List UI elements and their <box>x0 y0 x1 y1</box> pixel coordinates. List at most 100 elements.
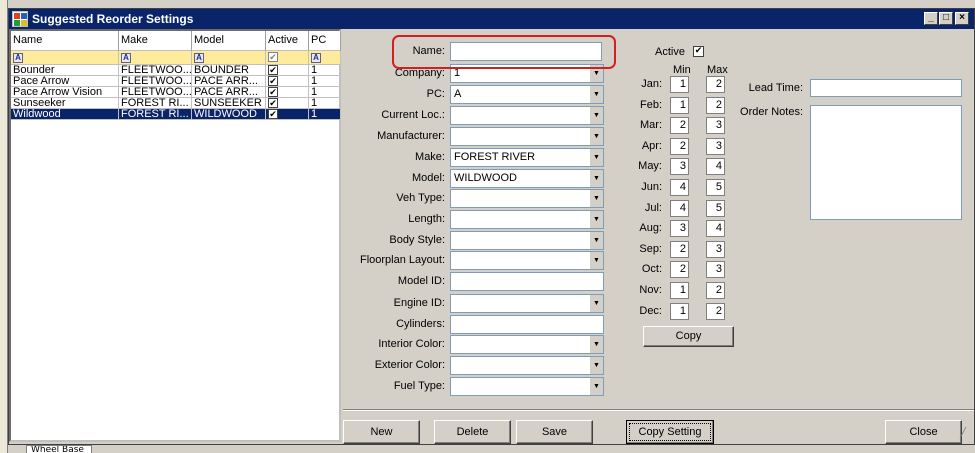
length-dropdown[interactable]: ▼ <box>450 210 604 229</box>
month-max-input[interactable]: 5 <box>706 179 725 196</box>
maximize-button[interactable]: □ <box>939 12 953 25</box>
chevron-down-icon[interactable]: ▼ <box>589 128 603 145</box>
cell-make[interactable]: FOREST RI... <box>119 98 192 109</box>
month-min-input[interactable]: 4 <box>670 199 689 217</box>
cell-pc[interactable]: 1 <box>309 76 341 87</box>
month-max-input[interactable]: 2 <box>706 282 725 299</box>
veh-type-dropdown[interactable]: ▼ <box>450 189 604 208</box>
chevron-down-icon[interactable]: ▼ <box>589 149 603 166</box>
cell-name[interactable]: Sunseeker <box>11 98 119 109</box>
save-button[interactable]: Save <box>516 420 593 444</box>
cell-name[interactable]: Pace Arrow <box>11 76 119 87</box>
manufacturer-dropdown[interactable]: ▼ <box>450 127 604 146</box>
table-row[interactable]: Pace Arrow VisionFLEETWOO...PACE ARR... 1 <box>11 87 341 98</box>
filter-cell-active[interactable] <box>266 51 309 65</box>
month-max-input[interactable]: 4 <box>706 220 725 238</box>
cell-active[interactable] <box>266 98 309 109</box>
filter-cell-model[interactable]: A <box>192 51 266 65</box>
floorplan-layout-dropdown[interactable]: ▼ <box>450 251 604 270</box>
month-max-input[interactable]: 3 <box>706 117 725 135</box>
copy-setting-button[interactable]: Copy Setting <box>626 420 714 444</box>
make-dropdown[interactable]: FOREST RIVER ▼ <box>450 148 604 167</box>
column-header-name[interactable]: Name <box>11 31 119 51</box>
cell-pc[interactable]: 1 <box>309 65 341 76</box>
cylinders-input[interactable] <box>450 315 604 334</box>
cell-name[interactable]: Pace Arrow Vision <box>11 87 119 98</box>
column-header-make[interactable]: Make <box>119 31 192 51</box>
filter-cell-name[interactable]: A <box>11 51 119 65</box>
month-max-input[interactable]: 2 <box>706 96 725 114</box>
month-min-input[interactable]: 2 <box>670 117 689 135</box>
cell-name[interactable]: Bounder <box>11 65 119 76</box>
interior-color-dropdown[interactable]: ▼ <box>450 335 604 354</box>
cell-active[interactable] <box>266 87 309 98</box>
table-row[interactable]: Pace ArrowFLEETWOO...PACE ARR... 1 <box>11 76 341 87</box>
parent-tab-wheel-base[interactable]: Wheel Base <box>26 445 92 453</box>
month-min-input[interactable]: 1 <box>670 302 689 320</box>
new-button[interactable]: New <box>343 420 420 444</box>
cell-model[interactable]: SUNSEEKER <box>192 98 266 109</box>
active-checkbox-cell[interactable] <box>268 65 278 75</box>
engine-id-dropdown[interactable]: ▼ <box>450 294 604 313</box>
month-max-input[interactable]: 5 <box>706 199 725 217</box>
order-notes-textarea[interactable] <box>810 105 962 220</box>
cell-model[interactable]: BOUNDER <box>192 65 266 76</box>
cell-pc[interactable]: 1 <box>309 98 341 109</box>
model-dropdown[interactable]: WILDWOOD ▼ <box>450 169 604 188</box>
chevron-down-icon[interactable]: ▼ <box>589 295 603 312</box>
cell-model[interactable]: WILDWOOD <box>192 109 266 120</box>
month-max-input[interactable]: 2 <box>706 302 725 320</box>
lead-time-input[interactable] <box>810 79 962 97</box>
active-checkbox-cell[interactable] <box>268 98 278 108</box>
column-header-model[interactable]: Model <box>192 31 266 51</box>
month-min-input[interactable]: 3 <box>670 220 689 238</box>
cell-active[interactable] <box>266 109 309 120</box>
chevron-down-icon[interactable]: ▼ <box>589 378 603 395</box>
filter-cell-make[interactable]: A <box>119 51 192 65</box>
cell-make[interactable]: FLEETWOO... <box>119 76 192 87</box>
cell-pc[interactable]: 1 <box>309 87 341 98</box>
chevron-down-icon[interactable]: ▼ <box>589 190 603 207</box>
cell-name[interactable]: Wildwood <box>11 109 119 120</box>
filter-icon[interactable]: A <box>13 53 23 63</box>
exterior-color-dropdown[interactable]: ▼ <box>450 356 604 375</box>
column-header-active[interactable]: Active <box>266 31 309 51</box>
table-row[interactable]: BounderFLEETWOO...BOUNDER 1 <box>11 65 341 76</box>
month-max-input[interactable]: 3 <box>706 137 725 155</box>
chevron-down-icon[interactable]: ▼ <box>589 170 603 187</box>
chevron-down-icon[interactable]: ▼ <box>589 232 603 249</box>
month-min-input[interactable]: 1 <box>670 96 689 114</box>
pc-dropdown[interactable]: A ▼ <box>450 85 604 104</box>
cell-active[interactable] <box>266 76 309 87</box>
chevron-down-icon[interactable]: ▼ <box>589 65 603 82</box>
copy-button[interactable]: Copy <box>643 326 734 347</box>
cell-model[interactable]: PACE ARR... <box>192 87 266 98</box>
chevron-down-icon[interactable]: ▼ <box>589 211 603 228</box>
month-min-input[interactable]: 2 <box>670 240 689 258</box>
active-checkbox[interactable] <box>693 46 704 57</box>
reorder-grid[interactable]: Name Make Model Active PC A A A A Bounde… <box>9 29 341 442</box>
filter-icon[interactable]: A <box>194 53 204 63</box>
month-min-input[interactable]: 3 <box>670 158 689 176</box>
chevron-down-icon[interactable]: ▼ <box>589 336 603 353</box>
cell-make[interactable]: FLEETWOO... <box>119 65 192 76</box>
body-style-dropdown[interactable]: ▼ <box>450 231 604 250</box>
resize-grip-icon[interactable]: ╱ <box>960 428 972 440</box>
month-min-input[interactable]: 2 <box>670 137 689 155</box>
month-max-input[interactable]: 4 <box>706 158 725 176</box>
chevron-down-icon[interactable]: ▼ <box>589 357 603 374</box>
active-checkbox-cell[interactable] <box>268 109 278 119</box>
fuel-type-dropdown[interactable]: ▼ <box>450 377 604 396</box>
month-min-input[interactable]: 4 <box>670 179 689 196</box>
month-max-input[interactable]: 3 <box>706 240 725 258</box>
company-dropdown[interactable]: 1 ▼ <box>450 64 604 83</box>
column-header-pc[interactable]: PC <box>309 31 341 51</box>
filter-icon[interactable]: A <box>121 53 131 63</box>
active-checkbox-cell[interactable] <box>268 87 278 97</box>
current-loc-dropdown[interactable]: ▼ <box>450 106 604 125</box>
cell-active[interactable] <box>266 65 309 76</box>
month-min-input[interactable]: 2 <box>670 261 689 279</box>
model-id-input[interactable] <box>450 272 604 291</box>
month-max-input[interactable]: 3 <box>706 261 725 279</box>
close-button[interactable]: Close <box>885 420 962 444</box>
